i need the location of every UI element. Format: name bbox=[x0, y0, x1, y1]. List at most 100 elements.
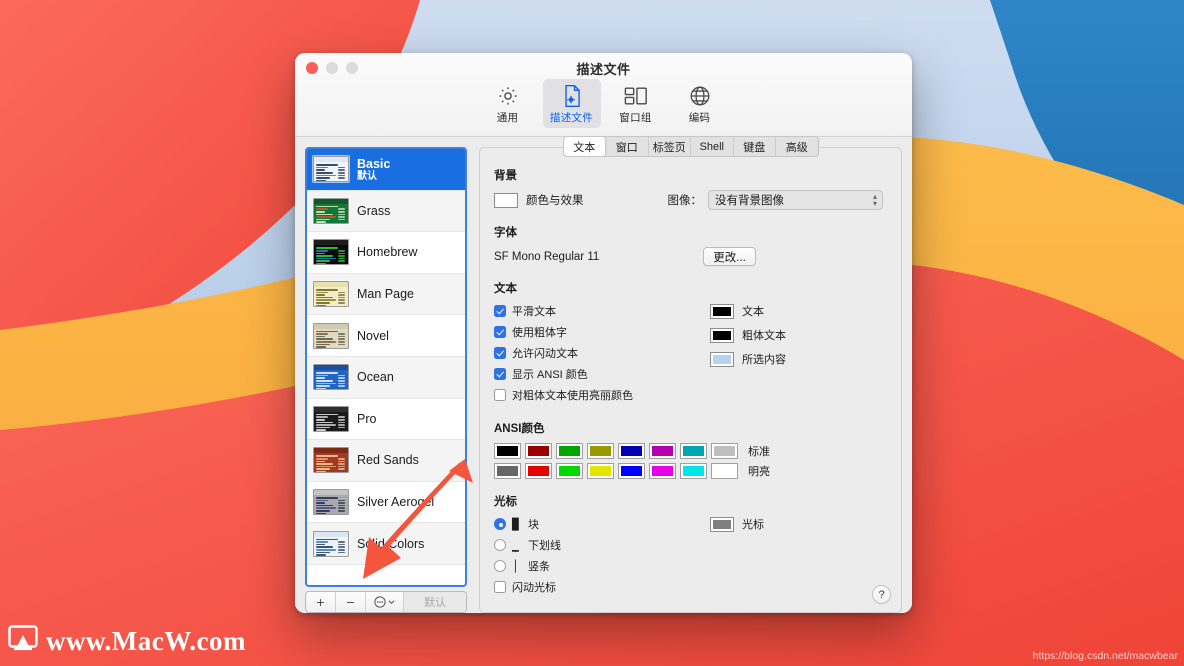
ansi-row-label: 标准 bbox=[748, 446, 770, 458]
profile-row[interactable]: Solid Colors bbox=[307, 523, 465, 565]
cursor-option-row[interactable]: ▁ 下划线 bbox=[494, 537, 704, 553]
tab-shell[interactable]: Shell bbox=[691, 137, 734, 156]
profile-row[interactable]: Red Sands bbox=[307, 440, 465, 482]
profile-actions-button[interactable] bbox=[366, 592, 404, 612]
ansi-color-swatch[interactable] bbox=[680, 463, 707, 479]
ansi-color-swatch[interactable] bbox=[649, 463, 676, 479]
color-well[interactable] bbox=[710, 303, 734, 319]
profile-row[interactable]: Silver Aerogel bbox=[307, 482, 465, 524]
profile-thumbnail bbox=[313, 322, 349, 349]
toolbar-item-profiles[interactable]: 描述文件 bbox=[542, 79, 601, 128]
toolbar-item-label: 编码 bbox=[688, 112, 711, 124]
ansi-color-swatch[interactable] bbox=[525, 443, 552, 459]
profile-row[interactable]: Basic 默认 bbox=[307, 149, 465, 191]
profile-thumbnail bbox=[313, 530, 349, 557]
checkbox-icon[interactable] bbox=[494, 305, 506, 317]
tab-item-0[interactable]: 文本 bbox=[563, 137, 606, 156]
profile-name: Grass bbox=[357, 203, 391, 218]
text-checkbox-group: 平滑文本使用粗体字允许闪动文本 显示 ANSI 颜色 对粗体文本使用亮丽颜色 bbox=[494, 303, 704, 408]
ansi-color-swatch[interactable] bbox=[494, 443, 521, 459]
ansi-color-swatch[interactable] bbox=[556, 443, 583, 459]
ansi-color-swatch[interactable] bbox=[649, 443, 676, 459]
ansi-color-swatch[interactable] bbox=[587, 463, 614, 479]
ansi-color-swatch[interactable] bbox=[494, 463, 521, 479]
text-color-well-row: 粗体文本 bbox=[710, 327, 786, 343]
profile-row[interactable]: Man Page bbox=[307, 273, 465, 316]
remove-profile-button[interactable]: − bbox=[336, 592, 366, 612]
cursor-option-row[interactable]: █ 块 bbox=[494, 516, 704, 532]
cursor-option-row[interactable]: │ 竖条 bbox=[494, 558, 704, 574]
checkbox-icon[interactable] bbox=[494, 347, 506, 359]
tab-item-1[interactable]: 窗口 bbox=[606, 137, 649, 156]
background-color-well[interactable] bbox=[494, 192, 518, 208]
text-checkbox-row[interactable]: 对粗体文本使用亮丽颜色 bbox=[494, 387, 704, 403]
ansi-color-swatch[interactable] bbox=[618, 443, 645, 459]
text-checkbox-row[interactable]: 平滑文本 bbox=[494, 303, 704, 319]
color-well[interactable] bbox=[710, 351, 734, 367]
color-well[interactable] bbox=[710, 327, 734, 343]
ansi-color-swatch[interactable] bbox=[587, 443, 614, 459]
radio-icon[interactable] bbox=[494, 518, 506, 530]
blink-cursor-row[interactable]: 闪动光标 bbox=[494, 579, 704, 595]
font-row: SF Mono Regular 11 更改... bbox=[494, 247, 887, 266]
background-image-popup[interactable]: 没有背景图像 ▴ ▾ bbox=[708, 190, 883, 210]
tab-item-2[interactable]: 标签页 bbox=[649, 137, 691, 156]
profile-list[interactable]: Basic 默认 Grass Homebrew Man Page Novel Ocean Pr… bbox=[305, 147, 467, 587]
ansi-color-swatch[interactable] bbox=[525, 463, 552, 479]
ansi-color-swatch[interactable] bbox=[618, 463, 645, 479]
profile-name: Homebrew bbox=[357, 245, 418, 260]
profile-name: Ocean bbox=[357, 370, 394, 385]
cursor-options-row: █ 块 ▁ 下划线 │ 竖条闪动光标 光标 bbox=[494, 516, 887, 600]
help-button[interactable]: ? bbox=[872, 585, 891, 604]
globe-icon bbox=[689, 83, 711, 109]
add-profile-button[interactable]: + bbox=[306, 592, 336, 612]
checkbox-icon[interactable] bbox=[494, 389, 506, 401]
tab-item-4[interactable]: 键盘 bbox=[734, 137, 776, 156]
checkbox-icon[interactable] bbox=[494, 326, 506, 338]
cursor-section-title: 光标 bbox=[494, 496, 517, 508]
profile-name: Novel bbox=[357, 328, 389, 343]
radio-icon[interactable] bbox=[494, 539, 506, 551]
detail-tabbar: 文本 窗口 标签页 Shell 键盘 高级 bbox=[562, 136, 819, 157]
toolbar-item-encodings[interactable]: 编码 bbox=[671, 79, 729, 128]
toolbar-item-label: 描述文件 bbox=[549, 112, 594, 124]
checkbox-icon[interactable] bbox=[494, 581, 506, 593]
profile-name: Pro bbox=[357, 411, 377, 426]
checkbox-icon[interactable] bbox=[494, 368, 506, 380]
cursor-color-well[interactable] bbox=[710, 516, 734, 532]
ansi-color-swatch[interactable] bbox=[711, 443, 738, 459]
profile-row[interactable]: Pro bbox=[307, 399, 465, 441]
text-section-title: 文本 bbox=[494, 283, 517, 295]
ansi-color-swatch[interactable] bbox=[556, 463, 583, 479]
cursor-color-label: 光标 bbox=[742, 519, 764, 531]
toolbar-item-general[interactable]: 通用 bbox=[479, 79, 537, 128]
ansi-color-swatch[interactable] bbox=[711, 463, 738, 479]
profile-name-block: Pro bbox=[357, 412, 376, 426]
profile-thumbnail bbox=[313, 197, 349, 224]
text-checkbox-row[interactable]: 允许闪动文本 bbox=[494, 345, 704, 361]
text-checkbox-row[interactable]: 显示 ANSI 颜色 bbox=[494, 366, 704, 382]
profile-row[interactable]: Novel bbox=[307, 315, 465, 357]
window-titlebar[interactable]: 描述文件 通用 描述文件 窗口组 编码 bbox=[295, 53, 912, 137]
cursor-color-row: 光标 bbox=[710, 516, 764, 532]
preferences-toolbar: 通用 描述文件 窗口组 编码 bbox=[295, 79, 912, 128]
ansi-row-label: 明亮 bbox=[748, 466, 770, 478]
profile-name-block: Novel bbox=[357, 329, 389, 343]
radio-icon[interactable] bbox=[494, 560, 506, 572]
cursor-shape-glyph: ▁ bbox=[512, 538, 519, 552]
profile-name-block: Basic 默认 bbox=[357, 157, 390, 182]
ansi-color-swatch[interactable] bbox=[680, 443, 707, 459]
tab-item-5[interactable]: 高级 bbox=[776, 137, 818, 156]
profile-row[interactable]: Grass bbox=[307, 190, 465, 233]
text-checkbox-row[interactable]: 使用粗体字 bbox=[494, 324, 704, 340]
profile-name: Basic bbox=[357, 156, 391, 171]
set-default-button[interactable]: 默认 bbox=[404, 592, 466, 612]
profile-row[interactable]: Ocean bbox=[307, 356, 465, 399]
text-color-wells: 文本 粗体文本 所选内容 bbox=[710, 303, 786, 367]
toolbar-item-window-groups[interactable]: 窗口组 bbox=[607, 79, 665, 128]
profile-row[interactable]: Homebrew bbox=[307, 232, 465, 274]
cursor-option-label: 下划线 bbox=[528, 540, 561, 552]
document-gear-icon bbox=[561, 83, 583, 109]
change-font-button[interactable]: 更改... bbox=[703, 247, 756, 266]
watermark-text: www.MacW.com bbox=[46, 626, 246, 656]
